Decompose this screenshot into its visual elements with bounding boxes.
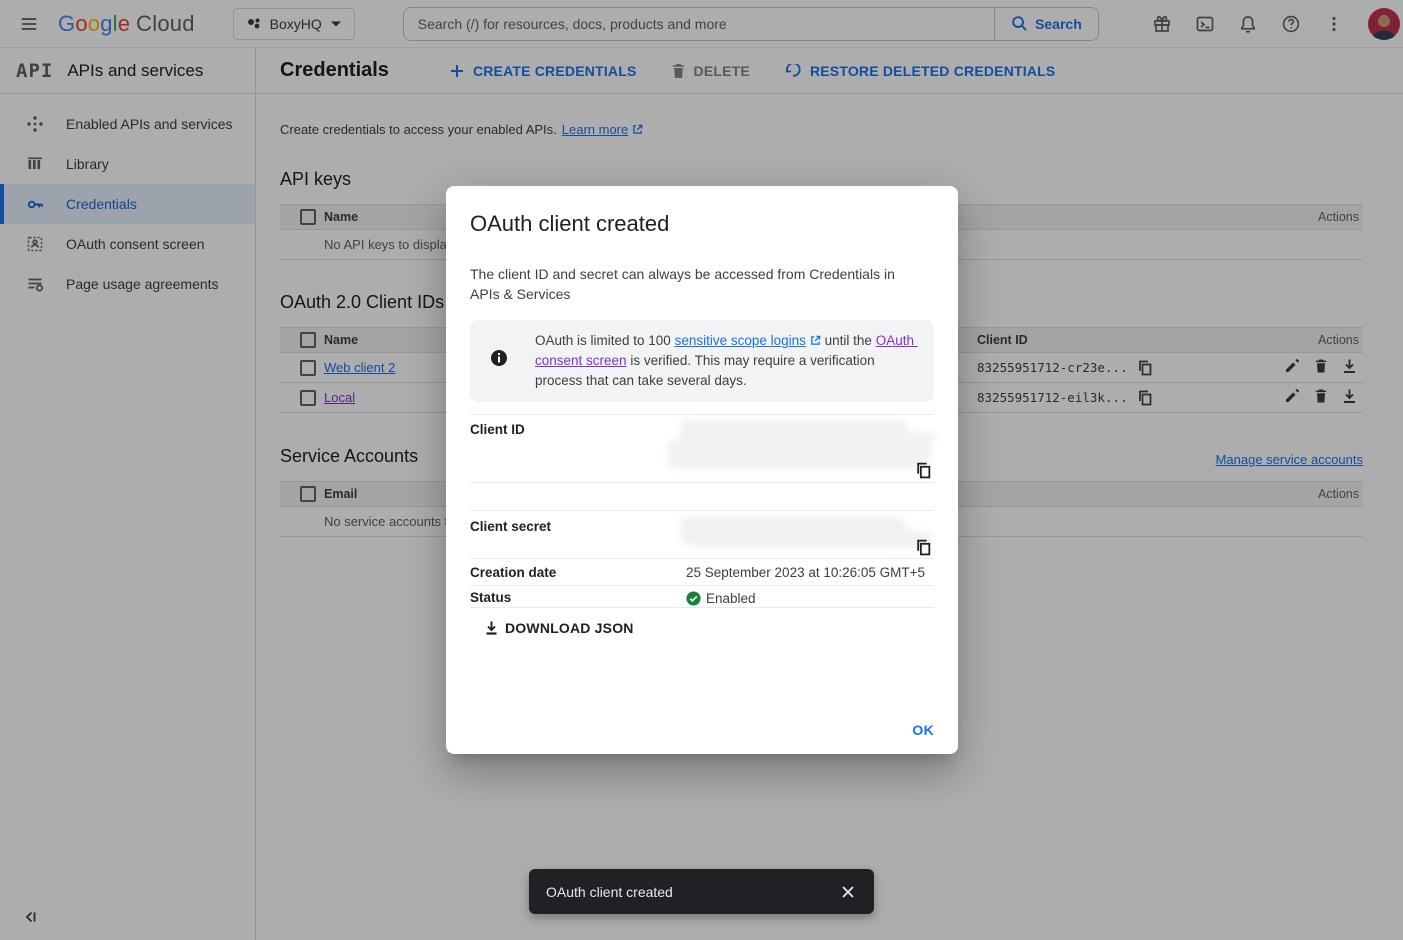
client-secret-value-redacted: [686, 511, 934, 558]
redacted-value: [668, 440, 930, 469]
creation-date-value: 25 September 2023 at 10:26:05 GMT+5: [686, 559, 934, 585]
download-icon: [484, 620, 499, 636]
check-circle-icon: [686, 591, 701, 606]
redacted-value: [908, 432, 936, 445]
copy-icon[interactable]: [916, 539, 931, 556]
client-secret-row: Client secret: [470, 510, 934, 558]
spacer-row: [470, 482, 934, 510]
creation-date-row: Creation date 25 September 2023 at 10:26…: [470, 558, 934, 585]
redacted-value: [696, 531, 932, 547]
sensitive-scope-logins-link[interactable]: sensitive scope logins: [675, 333, 806, 348]
status-row: Status Enabled: [470, 585, 934, 608]
copy-icon[interactable]: [916, 462, 931, 479]
dialog-title: OAuth client created: [470, 210, 934, 238]
status-badge: Enabled: [706, 591, 756, 606]
toast-notification: OAuth client created: [529, 869, 874, 914]
client-id-value-redacted: [686, 415, 934, 482]
download-json-button[interactable]: DOWNLOAD JSON: [484, 620, 634, 636]
status-label: Status: [470, 586, 686, 607]
external-link-icon: [810, 335, 821, 346]
creation-date-label: Creation date: [470, 559, 686, 585]
toast-message: OAuth client created: [546, 884, 673, 900]
close-icon[interactable]: [836, 880, 860, 904]
client-id-row: Client ID: [470, 414, 934, 482]
ok-button[interactable]: OK: [912, 722, 934, 738]
oauth-client-created-dialog: OAuth client created The client ID and s…: [446, 186, 958, 754]
verification-notice: OAuth is limited to 100 sensitive scope …: [470, 320, 934, 402]
dialog-subtitle: The client ID and secret can always be a…: [470, 264, 914, 304]
client-id-label: Client ID: [470, 415, 686, 482]
info-icon: [490, 331, 508, 391]
client-secret-label: Client secret: [470, 511, 686, 558]
